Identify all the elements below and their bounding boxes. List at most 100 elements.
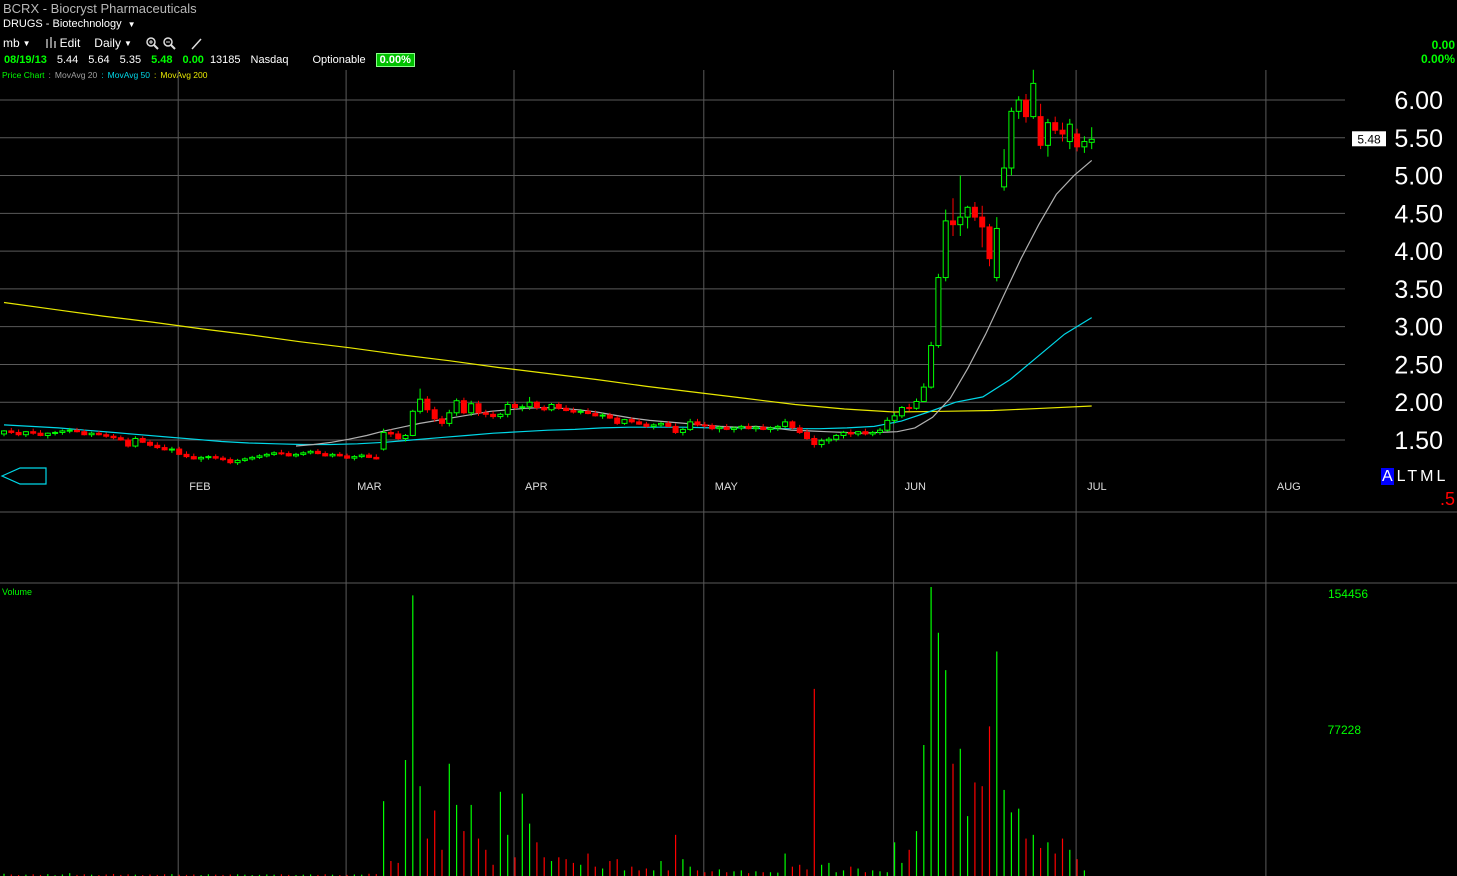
candle-body (884, 419, 891, 431)
candle-body (526, 401, 533, 408)
candle-body (774, 425, 781, 429)
candle-body (1030, 82, 1037, 118)
candle-body (628, 419, 635, 423)
price-chart[interactable]: 6.00 5.50 5.00 4.50 4.00 3.50 3.00 2.50 2.00 1.50… (0, 0, 1457, 876)
candle-body (789, 421, 796, 429)
candle-body (490, 413, 497, 418)
candle-body (760, 426, 767, 430)
candle-body (825, 438, 832, 442)
candle-body (563, 407, 570, 412)
y-tick-label: 4.50 (1394, 200, 1443, 228)
mode-button-l2[interactable]: L (1437, 468, 1449, 485)
candle-body (15, 431, 22, 436)
candle-body (475, 403, 482, 414)
candle-body (30, 431, 37, 434)
candle-body (256, 455, 263, 458)
candle-body (855, 431, 862, 435)
candle-body (1059, 129, 1066, 135)
mode-button-t[interactable]: T (1407, 468, 1420, 485)
mode-button-l[interactable]: L (1397, 468, 1408, 485)
candle-body (190, 456, 197, 460)
candle-body (52, 431, 59, 434)
candle-body (168, 448, 175, 451)
candle-body (329, 453, 336, 457)
candle-body (840, 431, 847, 436)
x-tick-label: JUN (905, 481, 926, 493)
mode-button-m[interactable]: M (1420, 468, 1436, 485)
candle-body (577, 410, 584, 413)
volume-label: Volume (2, 587, 32, 597)
candle-body (877, 429, 883, 433)
candle-body (220, 457, 226, 461)
candle-body (986, 226, 993, 260)
mode-buttons: A LTML (1381, 468, 1448, 486)
candle-body (37, 432, 44, 436)
candle-body (293, 453, 299, 457)
candle-body (482, 412, 489, 415)
candle-body (205, 456, 212, 459)
candle-body (117, 437, 124, 441)
candle-body (81, 431, 88, 436)
candle-body (636, 421, 643, 425)
candle-body (147, 441, 153, 446)
scroll-left-arrow-icon (0, 467, 47, 485)
candle-body (366, 454, 372, 458)
candle-body (804, 431, 810, 439)
candle-body (731, 427, 737, 430)
candle-body (818, 440, 825, 446)
candle-body (971, 206, 978, 218)
candle-body (672, 425, 679, 433)
y-tick-label: 3.00 (1394, 314, 1443, 342)
candle-body (979, 216, 986, 228)
candle-body (74, 429, 80, 433)
last-price-label: 5.48 (1357, 132, 1381, 146)
candle-body (1066, 123, 1073, 143)
candle-body (241, 458, 248, 461)
candle-body (387, 431, 394, 435)
candle-body (555, 403, 562, 409)
candle-body (59, 430, 66, 433)
axis-labels: 6.00 5.50 5.00 4.50 4.00 3.50 3.00 2.50 2.00 1.50… (0, 87, 1443, 737)
candle-body (271, 452, 278, 455)
candle-body (395, 433, 402, 439)
candle-body (497, 413, 504, 418)
candle-body (548, 403, 555, 411)
x-tick-label: AUG (1277, 481, 1301, 493)
candle-body (533, 401, 540, 409)
candle-body (811, 437, 818, 446)
candle-body (833, 434, 840, 440)
candle-body (847, 431, 854, 435)
moving-averages (3, 159, 1093, 447)
y-tick-label: 5.00 (1394, 163, 1443, 191)
mode-button-a[interactable]: A (1381, 468, 1394, 485)
y-tick-label: 2.00 (1394, 389, 1443, 417)
candle-body (110, 435, 117, 439)
candle-body (1088, 138, 1095, 143)
candle-body (723, 426, 730, 430)
candle-body (336, 453, 343, 457)
ma20-line (295, 159, 1093, 447)
y-tick-label: 5.50 (1394, 125, 1443, 153)
candle-body (898, 407, 905, 417)
candle-body (738, 425, 745, 429)
candle-body (1, 430, 7, 435)
x-tick-label: MAY (715, 481, 739, 493)
candle-body (614, 417, 621, 424)
candle-body (468, 403, 475, 414)
y-tick-label: 4.00 (1394, 238, 1443, 266)
candle-body (745, 425, 752, 430)
candle-body (993, 227, 1000, 279)
candle-body (862, 431, 869, 435)
x-tick-label: MAR (357, 481, 382, 493)
candle-body (424, 398, 431, 411)
candle-body (314, 450, 321, 455)
candle-body (782, 421, 789, 427)
candle-body (409, 410, 416, 436)
candle-body (709, 425, 716, 430)
candle-body (665, 422, 672, 427)
candle-body (161, 447, 168, 451)
candle-body (1001, 167, 1008, 188)
candle-body (687, 421, 694, 430)
candle-body (957, 216, 964, 226)
candle-body (103, 434, 110, 437)
